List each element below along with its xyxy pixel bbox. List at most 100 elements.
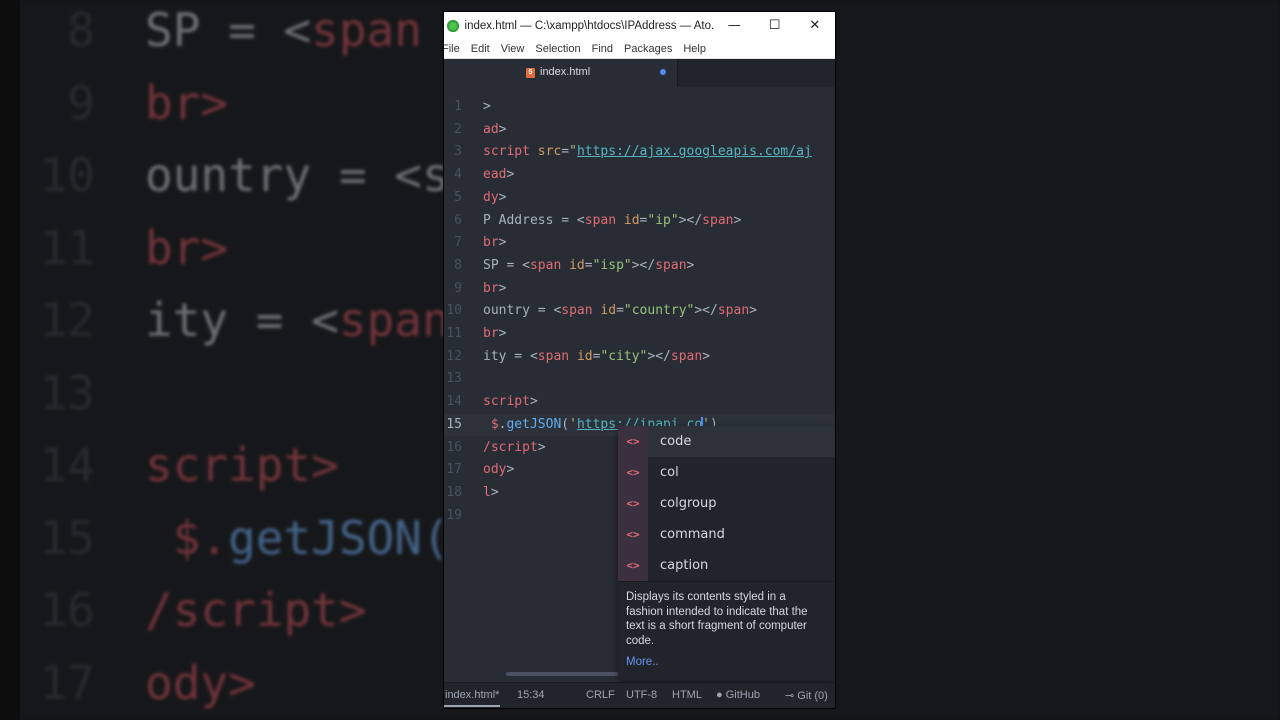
code-token: ad bbox=[483, 121, 499, 137]
code-token: ></ bbox=[631, 257, 656, 273]
atom-window: index.html — C:\xampp\htdocs\IPAddress —… bbox=[444, 12, 835, 708]
code-token: > bbox=[733, 212, 742, 228]
code-token: > bbox=[529, 394, 538, 410]
code-token: > bbox=[749, 303, 757, 319]
window-title: index.html — C:\xampp\htdocs\IPAddress —… bbox=[464, 19, 715, 32]
code-token: span bbox=[584, 212, 617, 228]
menu-edit[interactable]: Edit bbox=[471, 43, 490, 55]
menu-help[interactable]: Help bbox=[683, 43, 706, 55]
status-grammar[interactable]: HTML bbox=[672, 689, 702, 701]
code-token: SP = < bbox=[483, 257, 530, 273]
code-token: span bbox=[529, 257, 562, 273]
autocomplete-item[interactable]: <> command bbox=[618, 519, 835, 550]
line-number: 3 bbox=[454, 144, 462, 160]
line-number: 11 bbox=[446, 326, 462, 341]
code-token: > bbox=[702, 348, 711, 364]
background-code-line: 12 ity = <span bbox=[0, 284, 450, 356]
tag-icon: <> bbox=[618, 457, 648, 488]
menu-selection[interactable]: Selection bbox=[535, 43, 580, 55]
title-bar: index.html — C:\xampp\htdocs\IPAddress —… bbox=[444, 12, 835, 39]
status-github[interactable]: ● GitHub bbox=[716, 689, 760, 701]
autocomplete-item[interactable]: <> col bbox=[618, 457, 835, 488]
background-code-token: ody> bbox=[145, 655, 256, 710]
tag-icon: <> bbox=[618, 488, 648, 519]
code-token: ></ bbox=[694, 303, 718, 319]
status-cursor-position[interactable]: 15:34 bbox=[517, 689, 545, 701]
code-token: span bbox=[561, 303, 593, 319]
line-number: 2 bbox=[454, 121, 462, 137]
code-line[interactable]: 14 script> bbox=[444, 391, 835, 414]
code-token: > bbox=[498, 326, 507, 341]
minimize-button[interactable]: — bbox=[714, 12, 754, 39]
tab-label: index.html bbox=[540, 66, 591, 78]
status-file-underline bbox=[444, 705, 500, 707]
code-token: ountry = < bbox=[483, 303, 562, 319]
code-token: > bbox=[498, 189, 507, 205]
code-line[interactable]: 4 ead> bbox=[444, 164, 835, 187]
code-token: span bbox=[702, 212, 734, 228]
code-token: ody bbox=[483, 462, 507, 478]
line-number: 1 bbox=[454, 99, 462, 114]
status-git[interactable]: ⊸ Git (0) bbox=[785, 689, 828, 702]
close-button[interactable]: ✕ bbox=[795, 12, 835, 39]
code-line[interactable]: 5 dy> bbox=[444, 187, 835, 210]
status-file-name[interactable]: index.html* bbox=[445, 689, 499, 701]
code-line[interactable]: 13 bbox=[444, 368, 835, 391]
code-line[interactable]: 12 ity = <span id="city"></span> bbox=[444, 346, 835, 369]
modified-dot-icon[interactable] bbox=[660, 69, 666, 75]
autocomplete-popup: <> caption <> command <> colgroup <> col <> code … bbox=[618, 426, 835, 680]
menu-file[interactable]: File bbox=[444, 43, 460, 55]
code-token: > bbox=[490, 484, 499, 500]
autocomplete-item[interactable]: <> caption bbox=[618, 550, 835, 581]
code-line[interactable]: 2 ad> bbox=[444, 119, 835, 142]
code-token: > bbox=[498, 235, 507, 251]
line-number: 16 bbox=[446, 439, 462, 455]
code-token: "country" bbox=[623, 303, 695, 319]
code-token: dy bbox=[483, 189, 499, 205]
autocomplete-word: command bbox=[660, 527, 725, 542]
autocomplete-item[interactable]: <> colgroup bbox=[618, 488, 835, 519]
status-encoding[interactable]: UTF-8 bbox=[626, 689, 657, 701]
code-line[interactable]: 10 ountry = <span id="country"></span> bbox=[444, 300, 835, 323]
code-token: id bbox=[569, 257, 585, 273]
line-number: 13 bbox=[446, 371, 462, 387]
background-code-line: 17 ody> bbox=[0, 647, 256, 719]
status-line-ending[interactable]: CRLF bbox=[586, 689, 615, 701]
code-token: > bbox=[537, 439, 546, 455]
maximize-button[interactable]: ☐ bbox=[754, 12, 794, 39]
code-token: $ bbox=[490, 416, 499, 432]
background-code-line: 13 bbox=[0, 357, 145, 429]
code-line[interactable]: 1 > bbox=[444, 96, 835, 119]
code-token: " bbox=[569, 144, 577, 160]
tab-index-html[interactable]: 5 index.html bbox=[444, 59, 678, 87]
background-code-token: br> bbox=[145, 75, 229, 130]
code-token: "ip" bbox=[647, 212, 679, 228]
code-token: span bbox=[670, 348, 703, 364]
code-line[interactable]: 3 script src="https://ajax.googleapis.com… bbox=[444, 141, 835, 164]
menu-view[interactable]: View bbox=[501, 43, 525, 55]
code-token: "city" bbox=[600, 348, 648, 364]
menu-packages[interactable]: Packages bbox=[624, 43, 672, 55]
code-line[interactable]: 6P Address = <span id="ip"></span> bbox=[444, 210, 835, 233]
line-number: 15 bbox=[446, 416, 462, 432]
code-token: ></ bbox=[647, 348, 671, 364]
code-token: span bbox=[655, 257, 687, 273]
autocomplete-word: col bbox=[660, 465, 679, 480]
code-token: getJSON bbox=[506, 416, 562, 432]
menu-find[interactable]: Find bbox=[592, 43, 613, 55]
code-token: id bbox=[600, 303, 617, 319]
background-code-token: getJSON( bbox=[228, 510, 450, 565]
line-number: 10 bbox=[446, 303, 462, 319]
code-line[interactable]: 9 br> bbox=[444, 278, 835, 301]
code-line[interactable]: 7 br> bbox=[444, 232, 835, 255]
autocomplete-item[interactable]: <> code bbox=[618, 426, 835, 457]
code-line[interactable]: 11 br> bbox=[444, 323, 835, 346]
description-text: Displays its contents styled in a fashio… bbox=[626, 591, 808, 647]
line-number: 8 bbox=[454, 257, 462, 273]
more-link[interactable]: More.. bbox=[626, 656, 659, 668]
line-number: 9 bbox=[454, 280, 462, 296]
background-code-line: 9 br> bbox=[0, 67, 228, 139]
code-line[interactable]: 8 SP = <span id="isp"></span> bbox=[444, 255, 835, 278]
